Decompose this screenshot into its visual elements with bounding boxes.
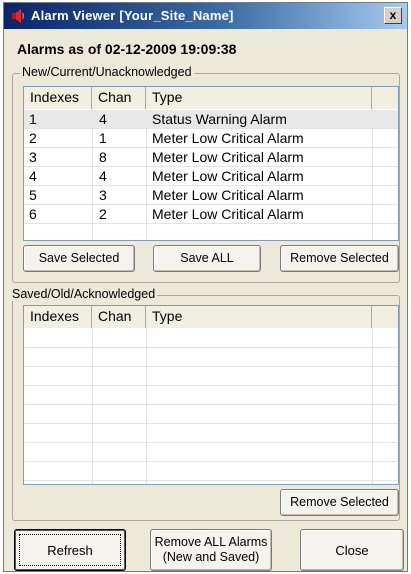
cell-index: 2 [29,130,37,146]
table-row[interactable]: 4 4 Meter Low Critical Alarm [24,167,398,186]
cell-index: 6 [29,206,37,222]
cell-type: Meter Low Critical Alarm [152,187,304,203]
alarm-bell-icon [12,9,25,23]
saved-list-header: Indexes Chan Type [24,306,398,328]
saved-alarms-list[interactable]: Indexes Chan Type [23,305,399,485]
cell-chan: 4 [99,168,107,184]
save-selected-button[interactable]: Save Selected [23,245,135,272]
window-title: Alarm Viewer [Your_Site_Name] [31,8,234,23]
grid-line [24,385,398,386]
grid-line [24,166,398,167]
column-header-indexes[interactable]: Indexes [24,306,92,328]
cell-chan: 8 [99,149,107,165]
current-alarms-list[interactable]: Indexes Chan Type 1 4 Status Warning Alarm… [23,86,399,241]
grid-line [24,366,398,367]
close-button[interactable]: Close [300,529,404,571]
column-header-chan[interactable]: Chan [92,306,146,328]
column-header-filler [372,87,398,109]
cell-type: Meter Low Critical Alarm [152,149,304,165]
cell-type: Meter Low Critical Alarm [152,130,304,146]
grid-line [24,185,398,186]
saved-alarms-group-label: Saved/Old/Acknowledged [10,287,158,301]
remove-selected-button[interactable]: Remove Selected [280,245,399,272]
table-row[interactable]: 3 8 Meter Low Critical Alarm [24,148,398,167]
cell-index: 4 [29,168,37,184]
cell-chan: 2 [99,206,107,222]
cell-index: 5 [29,187,37,203]
cell-type: Meter Low Critical Alarm [152,206,304,222]
refresh-button[interactable]: Refresh [14,529,126,571]
alarm-viewer-window: Alarm Viewer [Your_Site_Name] x Alarms a… [3,2,408,572]
grid-line [24,204,398,205]
window-close-button[interactable]: x [384,7,402,24]
column-header-filler [372,306,398,328]
remove-all-line1: Remove ALL Alarms [154,535,268,549]
grid-line [24,461,398,462]
grid-line [24,442,398,443]
grid-line [24,347,398,348]
grid-line [24,147,398,148]
grid-line [24,404,398,405]
alarms-timestamp: Alarms as of 02-12-2009 19:09:38 [17,41,237,57]
grid-line [24,128,398,129]
grid-line [24,223,398,224]
column-header-chan[interactable]: Chan [92,87,146,109]
cell-chan: 3 [99,187,107,203]
table-row[interactable]: 1 4 Status Warning Alarm [24,110,398,129]
cell-chan: 4 [99,111,107,127]
save-all-button[interactable]: Save ALL [153,245,261,272]
cell-type: Meter Low Critical Alarm [152,168,304,184]
table-row[interactable]: 5 3 Meter Low Critical Alarm [24,186,398,205]
column-header-type[interactable]: Type [146,87,372,109]
close-icon: x [389,8,397,22]
current-alarms-group-label: New/Current/Unacknowledged [20,65,194,79]
title-bar[interactable]: Alarm Viewer [Your_Site_Name] x [4,3,407,29]
cell-index: 1 [29,111,37,127]
column-header-indexes[interactable]: Indexes [24,87,92,109]
remove-all-line2: (New and Saved) [162,550,260,564]
current-list-header: Indexes Chan Type [24,87,398,109]
cell-chan: 1 [99,130,107,146]
grid-line [24,480,398,481]
cell-type: Status Warning Alarm [152,111,287,127]
remove-all-alarms-button[interactable]: Remove ALL Alarms (New and Saved) [150,529,272,571]
grid-line [24,423,398,424]
cell-index: 3 [29,149,37,165]
table-row[interactable]: 2 1 Meter Low Critical Alarm [24,129,398,148]
column-header-type[interactable]: Type [146,306,372,328]
saved-remove-selected-button[interactable]: Remove Selected [280,489,399,516]
table-row[interactable]: 6 2 Meter Low Critical Alarm [24,205,398,224]
